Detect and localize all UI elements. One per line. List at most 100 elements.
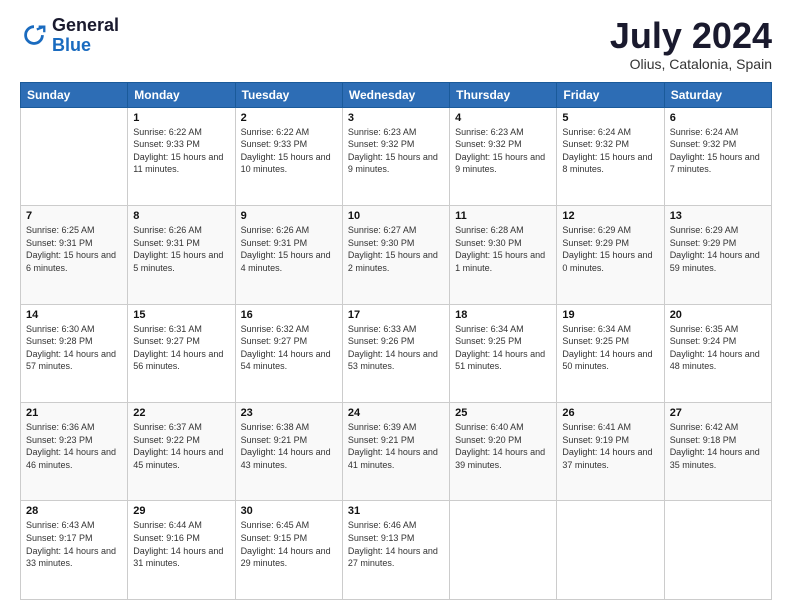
day-info: Sunrise: 6:28 AMSunset: 9:30 PMDaylight:… [455,224,551,274]
day-info: Sunrise: 6:26 AMSunset: 9:31 PMDaylight:… [241,224,337,274]
logo-blue: Blue [52,36,119,56]
day-info: Sunrise: 6:31 AMSunset: 9:27 PMDaylight:… [133,323,229,373]
calendar-cell: 21 Sunrise: 6:36 AMSunset: 9:23 PMDayligh… [21,403,128,501]
day-number: 17 [348,309,444,321]
page: General Blue July 2024 Olius, Catalonia,… [0,0,792,612]
subtitle: Olius, Catalonia, Spain [610,56,772,72]
calendar-cell: 27 Sunrise: 6:42 AMSunset: 9:18 PMDayligh… [664,403,771,501]
day-info: Sunrise: 6:32 AMSunset: 9:27 PMDaylight:… [241,323,337,373]
weekday-header-sunday: Sunday [21,82,128,107]
day-info: Sunrise: 6:46 AMSunset: 9:13 PMDaylight:… [348,519,444,569]
day-number: 9 [241,210,337,222]
calendar-cell: 10 Sunrise: 6:27 AMSunset: 9:30 PMDayligh… [342,206,449,304]
day-number: 27 [670,407,766,419]
weekday-header-thursday: Thursday [450,82,557,107]
calendar-table: SundayMondayTuesdayWednesdayThursdayFrid… [20,82,772,600]
day-info: Sunrise: 6:34 AMSunset: 9:25 PMDaylight:… [562,323,658,373]
calendar-cell: 13 Sunrise: 6:29 AMSunset: 9:29 PMDayligh… [664,206,771,304]
day-info: Sunrise: 6:23 AMSunset: 9:32 PMDaylight:… [348,126,444,176]
calendar-week-row: 1Sunrise: 6:22 AMSunset: 9:33 PMDaylight… [21,107,772,205]
calendar-cell [664,501,771,600]
main-title: July 2024 [610,16,772,56]
weekday-header-row: SundayMondayTuesdayWednesdayThursdayFrid… [21,82,772,107]
day-number: 21 [26,407,122,419]
weekday-header-tuesday: Tuesday [235,82,342,107]
day-number: 19 [562,309,658,321]
day-info: Sunrise: 6:26 AMSunset: 9:31 PMDaylight:… [133,224,229,274]
day-number: 14 [26,309,122,321]
calendar-cell: 7Sunrise: 6:25 AMSunset: 9:31 PMDaylight… [21,206,128,304]
calendar-cell: 26Sunrise: 6:41 AMSunset: 9:19 PMDayligh… [557,403,664,501]
calendar-week-row: 7Sunrise: 6:25 AMSunset: 9:31 PMDaylight… [21,206,772,304]
calendar-cell: 5 Sunrise: 6:24 AMSunset: 9:32 PMDaylight… [557,107,664,205]
day-number: 26 [562,407,658,419]
day-info: Sunrise: 6:38 AMSunset: 9:21 PMDaylight:… [241,421,337,471]
calendar-cell: 12Sunrise: 6:29 AMSunset: 9:29 PMDayligh… [557,206,664,304]
calendar-cell: 16Sunrise: 6:32 AMSunset: 9:27 PMDayligh… [235,304,342,402]
day-number: 25 [455,407,551,419]
calendar-cell [21,107,128,205]
day-number: 18 [455,309,551,321]
calendar-cell: 31 Sunrise: 6:46 AMSunset: 9:13 PMDayligh… [342,501,449,600]
calendar-cell: 15 Sunrise: 6:31 AMSunset: 9:27 PMDayligh… [128,304,235,402]
calendar-cell: 23Sunrise: 6:38 AMSunset: 9:21 PMDayligh… [235,403,342,501]
day-info: Sunrise: 6:27 AMSunset: 9:30 PMDaylight:… [348,224,444,274]
day-info: Sunrise: 6:36 AMSunset: 9:23 PMDaylight:… [26,421,122,471]
title-area: July 2024 Olius, Catalonia, Spain [610,16,772,72]
day-number: 4 [455,112,551,124]
calendar-cell: 19 Sunrise: 6:34 AMSunset: 9:25 PMDayligh… [557,304,664,402]
calendar-cell: 25 Sunrise: 6:40 AMSunset: 9:20 PMDayligh… [450,403,557,501]
calendar-cell: 9 Sunrise: 6:26 AMSunset: 9:31 PMDaylight… [235,206,342,304]
calendar-week-row: 21 Sunrise: 6:36 AMSunset: 9:23 PMDayligh… [21,403,772,501]
day-number: 11 [455,210,551,222]
logo-general: General [52,16,119,36]
day-info: Sunrise: 6:22 AMSunset: 9:33 PMDaylight:… [133,126,229,176]
day-info: Sunrise: 6:39 AMSunset: 9:21 PMDaylight:… [348,421,444,471]
day-number: 10 [348,210,444,222]
day-info: Sunrise: 6:30 AMSunset: 9:28 PMDaylight:… [26,323,122,373]
day-number: 7 [26,210,122,222]
day-number: 30 [241,505,337,517]
weekday-header-wednesday: Wednesday [342,82,449,107]
calendar-cell: 11 Sunrise: 6:28 AMSunset: 9:30 PMDayligh… [450,206,557,304]
logo-text: General Blue [52,16,119,56]
day-info: Sunrise: 6:29 AMSunset: 9:29 PMDaylight:… [670,224,766,274]
calendar-cell: 1Sunrise: 6:22 AMSunset: 9:33 PMDaylight… [128,107,235,205]
day-info: Sunrise: 6:24 AMSunset: 9:32 PMDaylight:… [562,126,658,176]
calendar-week-row: 28 Sunrise: 6:43 AMSunset: 9:17 PMDayligh… [21,501,772,600]
calendar-cell: 30 Sunrise: 6:45 AMSunset: 9:15 PMDayligh… [235,501,342,600]
day-number: 28 [26,505,122,517]
day-info: Sunrise: 6:43 AMSunset: 9:17 PMDaylight:… [26,519,122,569]
day-number: 3 [348,112,444,124]
day-info: Sunrise: 6:33 AMSunset: 9:26 PMDaylight:… [348,323,444,373]
day-number: 12 [562,210,658,222]
day-info: Sunrise: 6:35 AMSunset: 9:24 PMDaylight:… [670,323,766,373]
day-info: Sunrise: 6:22 AMSunset: 9:33 PMDaylight:… [241,126,337,176]
day-info: Sunrise: 6:42 AMSunset: 9:18 PMDaylight:… [670,421,766,471]
day-number: 5 [562,112,658,124]
logo-icon [20,22,48,50]
day-info: Sunrise: 6:23 AMSunset: 9:32 PMDaylight:… [455,126,551,176]
calendar-cell: 2Sunrise: 6:22 AMSunset: 9:33 PMDaylight… [235,107,342,205]
calendar-cell: 29Sunrise: 6:44 AMSunset: 9:16 PMDayligh… [128,501,235,600]
day-info: Sunrise: 6:40 AMSunset: 9:20 PMDaylight:… [455,421,551,471]
calendar-cell: 3 Sunrise: 6:23 AMSunset: 9:32 PMDaylight… [342,107,449,205]
day-number: 31 [348,505,444,517]
calendar-cell: 18 Sunrise: 6:34 AMSunset: 9:25 PMDayligh… [450,304,557,402]
calendar-cell: 8 Sunrise: 6:26 AMSunset: 9:31 PMDaylight… [128,206,235,304]
day-number: 20 [670,309,766,321]
day-info: Sunrise: 6:45 AMSunset: 9:15 PMDaylight:… [241,519,337,569]
day-number: 15 [133,309,229,321]
day-number: 22 [133,407,229,419]
day-info: Sunrise: 6:24 AMSunset: 9:32 PMDaylight:… [670,126,766,176]
day-number: 8 [133,210,229,222]
calendar-cell: 22Sunrise: 6:37 AMSunset: 9:22 PMDayligh… [128,403,235,501]
day-info: Sunrise: 6:34 AMSunset: 9:25 PMDaylight:… [455,323,551,373]
weekday-header-friday: Friday [557,82,664,107]
weekday-header-monday: Monday [128,82,235,107]
day-number: 13 [670,210,766,222]
calendar-cell [450,501,557,600]
day-number: 24 [348,407,444,419]
calendar-cell: 17 Sunrise: 6:33 AMSunset: 9:26 PMDayligh… [342,304,449,402]
calendar-cell: 4 Sunrise: 6:23 AMSunset: 9:32 PMDaylight… [450,107,557,205]
